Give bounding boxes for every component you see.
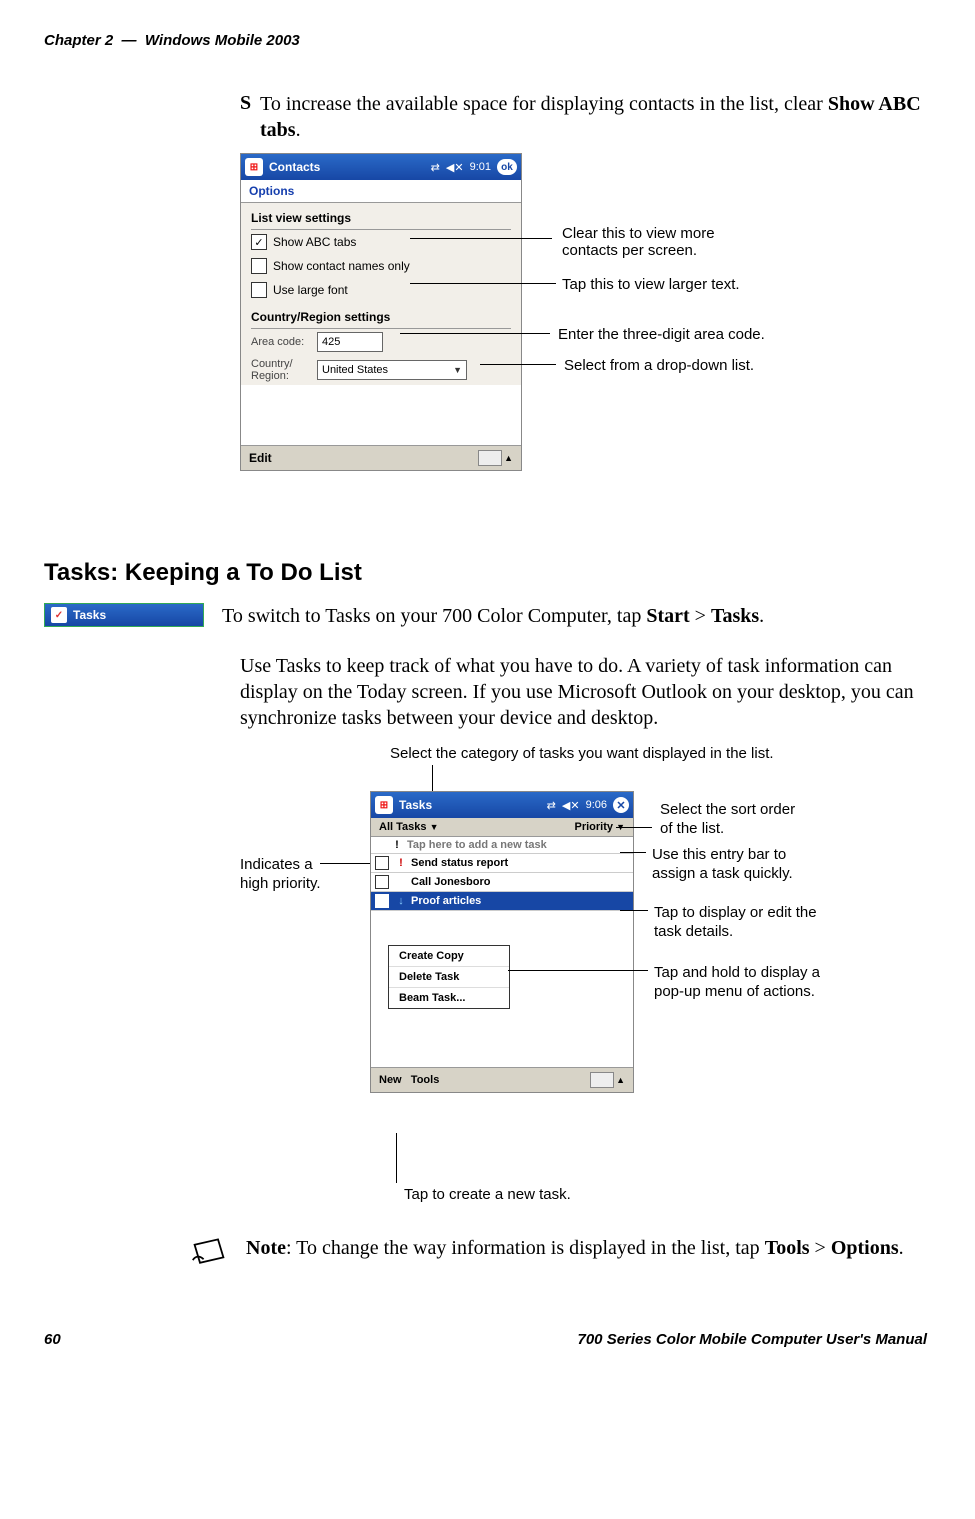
callout-entry-bar: Use this entry bar toassign a task quick… bbox=[652, 845, 793, 883]
manual-title: 700 Series Color Mobile Computer User's … bbox=[578, 1331, 928, 1348]
tasks-description: Use Tasks to keep track of what you have… bbox=[240, 653, 927, 731]
country-region-label: Country/ Region: bbox=[251, 358, 313, 382]
bullet-item: S To increase the available space for di… bbox=[240, 91, 927, 143]
chapter-title: Windows Mobile 2003 bbox=[145, 32, 300, 49]
area-code-label: Area code: bbox=[251, 336, 313, 348]
menu-create-copy[interactable]: Create Copy bbox=[389, 946, 509, 967]
new-menu[interactable]: New bbox=[379, 1074, 402, 1086]
callout-text: Select from a drop-down list. bbox=[564, 357, 754, 374]
connectivity-icon: ⇄ bbox=[547, 799, 556, 812]
callout-new-task: Tap to create a new task. bbox=[404, 1185, 571, 1204]
tasks-icon: ✓ bbox=[51, 607, 67, 623]
use-large-font-row[interactable]: Use large font bbox=[241, 278, 521, 302]
keyboard-icon[interactable] bbox=[478, 450, 502, 466]
checkbox-icon[interactable]: ✓ bbox=[251, 234, 267, 250]
note-icon bbox=[190, 1235, 228, 1269]
edit-menu[interactable]: Edit bbox=[249, 451, 272, 465]
category-filter[interactable]: All Tasks ▼ bbox=[379, 821, 438, 833]
start-flag-icon: ⊞ bbox=[245, 158, 263, 176]
checkbox-icon[interactable] bbox=[375, 894, 389, 908]
ok-button[interactable]: ok bbox=[497, 159, 517, 175]
checkbox-icon[interactable] bbox=[251, 258, 267, 274]
tasks-app-icon: ✓ Tasks bbox=[44, 603, 204, 627]
callout-text: Tap this to view larger text. bbox=[562, 276, 740, 293]
callout-text: Enter the three-digit area code. bbox=[558, 326, 765, 343]
titlebar: ⊞ Tasks ⇄ ◀✕ 9:06 ✕ bbox=[371, 792, 633, 818]
section-heading: Tasks: Keeping a To Do List bbox=[44, 559, 927, 587]
page-number: 60 bbox=[44, 1331, 61, 1348]
new-task-entry[interactable]: ! Tap here to add a new task bbox=[371, 837, 633, 854]
screenshot-contacts-options: ⊞ Contacts ⇄ ◀✕ 9:01 ok Options List vie… bbox=[240, 153, 927, 523]
show-names-only-row[interactable]: Show contact names only bbox=[241, 254, 521, 278]
titlebar: ⊞ Contacts ⇄ ◀✕ 9:01 ok bbox=[241, 154, 521, 180]
list-view-heading: List view settings bbox=[241, 203, 521, 227]
bullet-mark: S bbox=[240, 91, 260, 143]
start-flag-icon: ⊞ bbox=[375, 796, 393, 814]
task-row[interactable]: Call Jonesboro bbox=[371, 873, 633, 892]
checkbox-icon[interactable] bbox=[375, 875, 389, 889]
chevron-down-icon: ▼ bbox=[453, 365, 462, 375]
options-label: Options bbox=[241, 180, 521, 203]
callout-text: Clear this to view more bbox=[562, 225, 715, 242]
tasks-window: ⊞ Tasks ⇄ ◀✕ 9:06 ✕ All Tasks ▼ Priority… bbox=[370, 791, 634, 1093]
country-dropdown[interactable]: United States ▼ bbox=[317, 360, 467, 380]
task-row-selected[interactable]: ↓ Proof articles bbox=[371, 892, 633, 911]
context-menu: Create Copy Delete Task Beam Task... bbox=[388, 945, 510, 1009]
checkbox-icon[interactable] bbox=[375, 856, 389, 870]
clock-text: 9:06 bbox=[586, 799, 607, 811]
clock-text: 9:01 bbox=[470, 161, 491, 173]
callout-tap-hold: Tap and hold to display apop-up menu of … bbox=[654, 963, 820, 1001]
contacts-options-window: ⊞ Contacts ⇄ ◀✕ 9:01 ok Options List vie… bbox=[240, 153, 522, 471]
task-row[interactable]: ! Send status report bbox=[371, 854, 633, 873]
show-abc-tabs-row[interactable]: ✓ Show ABC tabs bbox=[241, 230, 521, 254]
volume-icon: ◀✕ bbox=[562, 799, 580, 812]
up-arrow-icon[interactable]: ▲ bbox=[504, 453, 513, 463]
keyboard-icon[interactable] bbox=[590, 1072, 614, 1088]
volume-icon: ◀✕ bbox=[446, 161, 464, 174]
screenshot-tasks: Select the category of tasks you want di… bbox=[240, 745, 927, 1215]
close-icon[interactable]: ✕ bbox=[613, 797, 629, 813]
page-header: Chapter 2 — Windows Mobile 2003 bbox=[44, 32, 927, 49]
menu-beam-task[interactable]: Beam Task... bbox=[389, 988, 509, 1008]
connectivity-icon: ⇄ bbox=[431, 161, 440, 174]
checkbox-icon[interactable] bbox=[251, 282, 267, 298]
callout-sort: Select the sort orderof the list. bbox=[660, 800, 795, 838]
tools-menu[interactable]: Tools bbox=[411, 1074, 440, 1086]
callout-text: Select the category of tasks you want di… bbox=[390, 745, 774, 762]
up-arrow-icon[interactable]: ▲ bbox=[616, 1075, 625, 1085]
chevron-down-icon: ▼ bbox=[430, 822, 439, 832]
callout-text: contacts per screen. bbox=[562, 242, 697, 259]
area-code-input[interactable] bbox=[317, 332, 383, 352]
country-region-heading: Country/Region settings bbox=[241, 302, 521, 326]
chapter-label: Chapter 2 bbox=[44, 32, 113, 49]
menu-delete-task[interactable]: Delete Task bbox=[389, 967, 509, 988]
callout-display-edit: Tap to display or edit thetask details. bbox=[654, 903, 817, 941]
callout-high-priority: Indicates ahigh priority. bbox=[240, 855, 321, 893]
page-footer: 60 700 Series Color Mobile Computer User… bbox=[44, 1331, 927, 1348]
